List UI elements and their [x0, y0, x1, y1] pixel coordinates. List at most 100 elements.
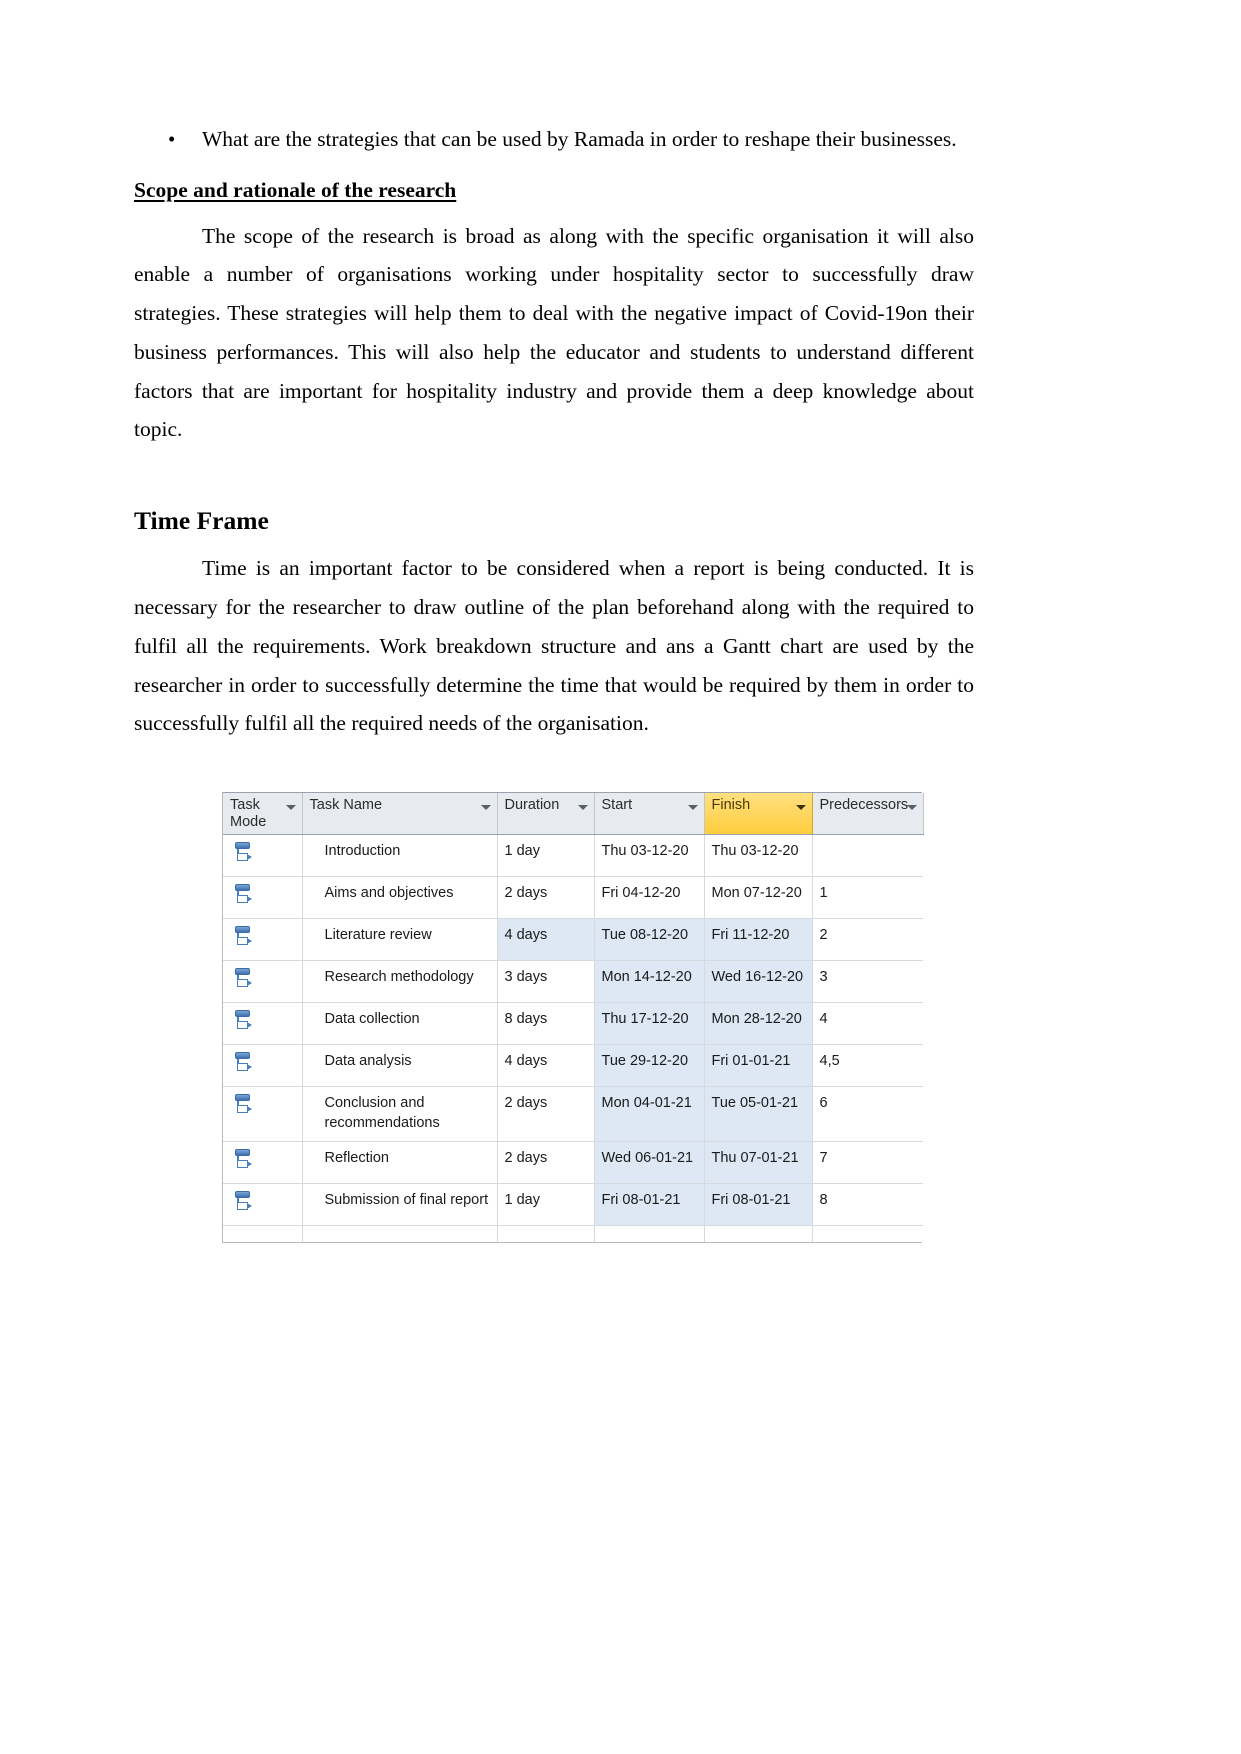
- column-header-label: Task Mode: [230, 797, 267, 830]
- cell-task-name[interactable]: Aims and objectives: [302, 876, 498, 919]
- cell-finish[interactable]: Thu 03-12-20: [704, 834, 813, 877]
- section-heading-time-frame: Time Frame: [134, 506, 269, 536]
- cell-start[interactable]: Fri 08-01-21: [594, 1183, 705, 1226]
- cell-task-name[interactable]: Submission of final report: [302, 1183, 498, 1226]
- cell-duration[interactable]: 3 days: [497, 960, 595, 1003]
- column-header-finish[interactable]: Finish: [704, 793, 813, 835]
- cell-start[interactable]: Tue 08-12-20: [594, 918, 705, 961]
- cell-start[interactable]: Mon 14-12-20: [594, 960, 705, 1003]
- column-header-label: Finish: [711, 797, 751, 813]
- column-header-task-mode[interactable]: Task Mode: [223, 793, 303, 835]
- column-header-task-name[interactable]: Task Name: [302, 793, 498, 835]
- auto-scheduled-icon: [233, 967, 255, 991]
- column-header-duration[interactable]: Duration: [497, 793, 595, 835]
- paragraph-scope-rationale: The scope of the research is broad as al…: [134, 223, 974, 442]
- chevron-down-icon[interactable]: [687, 805, 698, 810]
- table-row[interactable]: Introduction 1 day Thu 03-12-20 Thu 03-12-2…: [223, 834, 923, 877]
- chevron-down-icon[interactable]: [795, 805, 806, 810]
- table-row[interactable]: Literature review 4 days Tue 08-12-20 Fri 1…: [223, 918, 923, 961]
- column-header-predecessors[interactable]: Predecessors: [812, 793, 924, 835]
- cell-predecessors[interactable]: 6: [812, 1086, 923, 1142]
- cell-task-name[interactable]: Literature review: [302, 918, 498, 961]
- cell-task-name[interactable]: Reflection: [302, 1141, 498, 1184]
- cell-task-mode[interactable]: [223, 1183, 303, 1226]
- cell-task-mode[interactable]: [223, 960, 303, 1003]
- chevron-down-icon[interactable]: [285, 805, 296, 810]
- table-header-row: Task Mode Task Name Duration Start Finis…: [223, 793, 924, 835]
- cell-task-mode[interactable]: [223, 918, 303, 961]
- cell-predecessors[interactable]: 2: [812, 918, 923, 961]
- list-item: • What are the strategies that can be us…: [134, 120, 974, 159]
- column-header-label: Task Name: [309, 797, 383, 813]
- cell-task-mode[interactable]: [223, 1086, 303, 1142]
- cell-task-mode[interactable]: [223, 834, 303, 877]
- cell-task-name[interactable]: Data analysis: [302, 1044, 498, 1087]
- cell-start[interactable]: Mon 04-01-21: [594, 1086, 705, 1142]
- table-row[interactable]: Data collection 8 days Thu 17-12-20 Mon 28-…: [223, 1002, 923, 1045]
- auto-scheduled-icon: [233, 841, 255, 865]
- cell-predecessors[interactable]: 3: [812, 960, 923, 1003]
- cell-finish[interactable]: Mon 07-12-20: [704, 876, 813, 919]
- table-row[interactable]: Aims and objectives 2 days Fri 04-12-20 Mon…: [223, 876, 923, 919]
- document-page: • What are the strategies that can be us…: [0, 0, 1241, 1754]
- cell-task-mode[interactable]: [223, 1002, 303, 1045]
- cell-predecessors[interactable]: [812, 834, 923, 877]
- cell-duration[interactable]: 4 days: [497, 1044, 595, 1087]
- cell-start[interactable]: Tue 29-12-20: [594, 1044, 705, 1087]
- cell-start[interactable]: Thu 03-12-20: [594, 834, 705, 877]
- cell-finish[interactable]: Thu 07-01-21: [704, 1141, 813, 1184]
- research-questions-list: • What are the strategies that can be us…: [134, 120, 974, 159]
- document-body: • What are the strategies that can be us…: [134, 120, 974, 743]
- table-row[interactable]: Submission of final report 1 day Fri 08-01…: [223, 1183, 923, 1226]
- cell-duration[interactable]: 1 day: [497, 1183, 595, 1226]
- cell-finish[interactable]: Wed 16-12-20: [704, 960, 813, 1003]
- column-header-start[interactable]: Start: [594, 793, 705, 835]
- cell-empty: [302, 1225, 498, 1242]
- paragraph-time-frame: Time is an important factor to be consid…: [134, 556, 974, 736]
- column-header-label: Predecessors: [819, 797, 909, 813]
- cell-task-mode[interactable]: [223, 1044, 303, 1087]
- cell-finish[interactable]: Fri 11-12-20: [704, 918, 813, 961]
- table-row[interactable]: Research methodology 3 days Mon 14-12-20 We…: [223, 960, 923, 1003]
- table-row[interactable]: Reflection 2 days Wed 06-01-21 Thu 07-01-21…: [223, 1141, 923, 1184]
- cell-predecessors[interactable]: 7: [812, 1141, 923, 1184]
- cell-predecessors[interactable]: 1: [812, 876, 923, 919]
- column-header-label: Start: [601, 797, 633, 813]
- cell-start[interactable]: Fri 04-12-20: [594, 876, 705, 919]
- cell-start[interactable]: Thu 17-12-20: [594, 1002, 705, 1045]
- table-body: Introduction 1 day Thu 03-12-20 Thu 03-12-2…: [223, 834, 923, 1242]
- chevron-down-icon[interactable]: [906, 805, 917, 810]
- cell-task-name[interactable]: Introduction: [302, 834, 498, 877]
- auto-scheduled-icon: [233, 1051, 255, 1075]
- cell-predecessors[interactable]: 4: [812, 1002, 923, 1045]
- chevron-down-icon[interactable]: [480, 805, 491, 810]
- cell-duration[interactable]: 8 days: [497, 1002, 595, 1045]
- cell-duration[interactable]: 4 days: [497, 918, 595, 961]
- list-item-text: What are the strategies that can be used…: [202, 127, 957, 151]
- auto-scheduled-icon: [233, 1190, 255, 1214]
- cell-empty: [223, 1225, 303, 1242]
- cell-duration[interactable]: 1 day: [497, 834, 595, 877]
- cell-task-mode[interactable]: [223, 876, 303, 919]
- cell-task-mode[interactable]: [223, 1141, 303, 1184]
- cell-task-name[interactable]: Conclusion and recommendations: [302, 1086, 498, 1142]
- table-row[interactable]: Conclusion and recommendations 2 days Mon …: [223, 1086, 923, 1142]
- chevron-down-icon[interactable]: [577, 805, 588, 810]
- cell-duration[interactable]: 2 days: [497, 1141, 595, 1184]
- cell-finish[interactable]: Tue 05-01-21: [704, 1086, 813, 1142]
- cell-predecessors[interactable]: 4,5: [812, 1044, 923, 1087]
- cell-finish[interactable]: Fri 08-01-21: [704, 1183, 813, 1226]
- auto-scheduled-icon: [233, 883, 255, 907]
- project-schedule-table-image: Task Mode Task Name Duration Start Finis…: [222, 792, 924, 1243]
- cell-start[interactable]: Wed 06-01-21: [594, 1141, 705, 1184]
- cell-task-name[interactable]: Research methodology: [302, 960, 498, 1003]
- auto-scheduled-icon: [233, 1093, 255, 1117]
- cell-finish[interactable]: Mon 28-12-20: [704, 1002, 813, 1045]
- cell-finish[interactable]: Fri 01-01-21: [704, 1044, 813, 1087]
- cell-task-name[interactable]: Data collection: [302, 1002, 498, 1045]
- table-row-empty: [223, 1225, 923, 1242]
- cell-duration[interactable]: 2 days: [497, 876, 595, 919]
- cell-predecessors[interactable]: 8: [812, 1183, 923, 1226]
- table-row[interactable]: Data analysis 4 days Tue 29-12-20 Fri 01-01…: [223, 1044, 923, 1087]
- cell-duration[interactable]: 2 days: [497, 1086, 595, 1142]
